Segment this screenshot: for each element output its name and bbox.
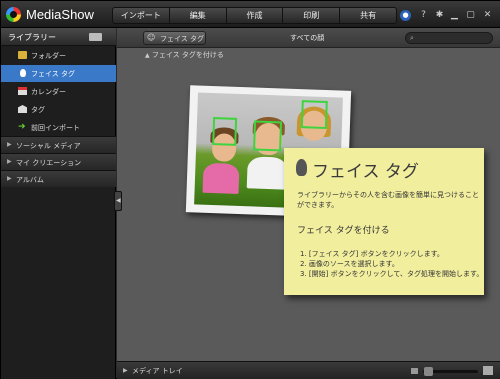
section-albums[interactable]: ▶ アルバム — [1, 170, 116, 187]
library-item-label: カレンダー — [31, 88, 66, 96]
face-silhouette-icon — [296, 159, 307, 176]
face-tag-button-label: フェイス タグ — [160, 35, 205, 43]
close-icon[interactable]: ✕ — [482, 10, 493, 21]
import-icon: ➜ — [18, 122, 26, 132]
tag-icon — [18, 105, 27, 113]
search-input[interactable] — [422, 34, 488, 43]
library-panel: ライブラリー フォルダー フェイス タグ カレンダー タグ ➜ 前回インポート … — [1, 28, 116, 379]
section-label: マイ クリエーション — [16, 159, 82, 167]
nav-import[interactable]: インポート — [113, 8, 170, 23]
photo-figure — [202, 162, 240, 194]
nav-edit[interactable]: 編集 — [170, 8, 227, 23]
library-item-folder[interactable]: フォルダー — [1, 47, 116, 64]
chevron-left-icon: ◀ — [116, 197, 121, 204]
library-item-label: フォルダー — [31, 52, 66, 60]
note-step: 3. [開始] ボタンをクリックして、タグ処理を開始します。 — [300, 270, 484, 278]
calendar-icon — [18, 87, 27, 95]
triangle-up-icon: ▲ — [145, 52, 150, 59]
note-description: ライブラリーからその人を含む画像を簡単に見つけることができます。 — [297, 191, 479, 209]
face-detection-box — [253, 120, 283, 152]
folder-icon — [18, 51, 27, 59]
user-icon[interactable]: ● — [400, 10, 411, 21]
library-header: ライブラリー — [1, 28, 116, 46]
section-social-media[interactable]: ▶ ソーシャル メディア — [1, 136, 116, 153]
search-box[interactable]: ⌕ — [405, 32, 493, 44]
thumbnail-large-icon[interactable] — [483, 366, 493, 375]
note-steps: 1. [フェイス タグ] ボタンをクリックします。 2. 画像のソースを選択しま… — [300, 249, 483, 279]
search-icon: ⌕ — [410, 34, 414, 42]
mediashow-logo-icon — [6, 7, 21, 22]
title-bar: MediaShow インポート 編集 作成 印刷 共有 ● ? ✱ ▁ ▢ ✕ — [1, 1, 500, 28]
zoom-slider-handle[interactable] — [424, 367, 433, 376]
content-toolbar: ☺ フェイス タグ すべての顔 ⌕ — [117, 28, 500, 48]
media-tray-bar: ▶ メディア トレイ — [117, 361, 500, 379]
library-item-label: フェイス タグ — [31, 70, 76, 78]
add-face-tag-link[interactable]: ▲ フェイス タグを付ける — [145, 50, 224, 60]
collapse-panel-handle[interactable]: ◀ — [114, 191, 122, 211]
expand-arrow-icon[interactable]: ▶ — [123, 367, 128, 374]
note-step: 2. 画像のソースを選択します。 — [300, 260, 399, 268]
library-item-tag[interactable]: タグ — [1, 101, 116, 118]
library-item-label: タグ — [31, 106, 45, 114]
nav-create[interactable]: 作成 — [227, 8, 284, 23]
face-icon — [20, 69, 26, 77]
minimize-icon[interactable]: ▁ — [449, 10, 460, 21]
expand-arrow-icon: ▶ — [7, 175, 12, 182]
library-item-calendar[interactable]: カレンダー — [1, 83, 116, 100]
note-subtitle: フェイス タグを付ける — [297, 226, 390, 236]
main-nav: インポート 編集 作成 印刷 共有 — [112, 7, 397, 24]
add-face-tag-label: フェイス タグを付ける — [151, 51, 224, 59]
photo-figure — [246, 156, 288, 190]
face-detection-box — [300, 100, 328, 130]
maximize-icon[interactable]: ▢ — [465, 10, 476, 21]
nav-share[interactable]: 共有 — [340, 8, 396, 23]
note-title: フェイス タグ — [312, 162, 419, 182]
section-label: ソーシャル メディア — [16, 142, 81, 150]
thumbnail-small-icon[interactable] — [411, 368, 418, 374]
section-my-creations[interactable]: ▶ マイ クリエーション — [1, 153, 116, 170]
gear-icon[interactable]: ✱ — [434, 10, 445, 21]
view-toggle-icon[interactable] — [89, 33, 102, 41]
library-item-label: 前回インポート — [31, 124, 80, 132]
face-tag-button[interactable]: ☺ フェイス タグ — [143, 31, 206, 45]
library-item-last-import[interactable]: ➜ 前回インポート — [1, 119, 116, 136]
app-title: MediaShow — [26, 7, 94, 22]
expand-arrow-icon: ▶ — [7, 158, 12, 165]
app-window: MediaShow インポート 編集 作成 印刷 共有 ● ? ✱ ▁ ▢ ✕ … — [0, 0, 500, 379]
library-title: ライブラリー — [8, 33, 56, 42]
help-icon[interactable]: ? — [418, 10, 429, 21]
library-item-face-tag[interactable]: フェイス タグ — [1, 65, 116, 82]
media-tray-label[interactable]: メディア トレイ — [132, 366, 183, 376]
view-heading: すべての顔 — [290, 34, 325, 42]
expand-arrow-icon: ▶ — [7, 141, 12, 148]
section-label: アルバム — [16, 176, 44, 184]
note-step: 1. [フェイス タグ] ボタンをクリックします。 — [300, 250, 444, 258]
nav-print[interactable]: 印刷 — [283, 8, 341, 23]
help-note: フェイス タグ ライブラリーからその人を含む画像を簡単に見つけることができます。… — [284, 148, 484, 295]
people-icon: ☺ — [147, 33, 156, 42]
face-detection-box — [212, 117, 238, 146]
